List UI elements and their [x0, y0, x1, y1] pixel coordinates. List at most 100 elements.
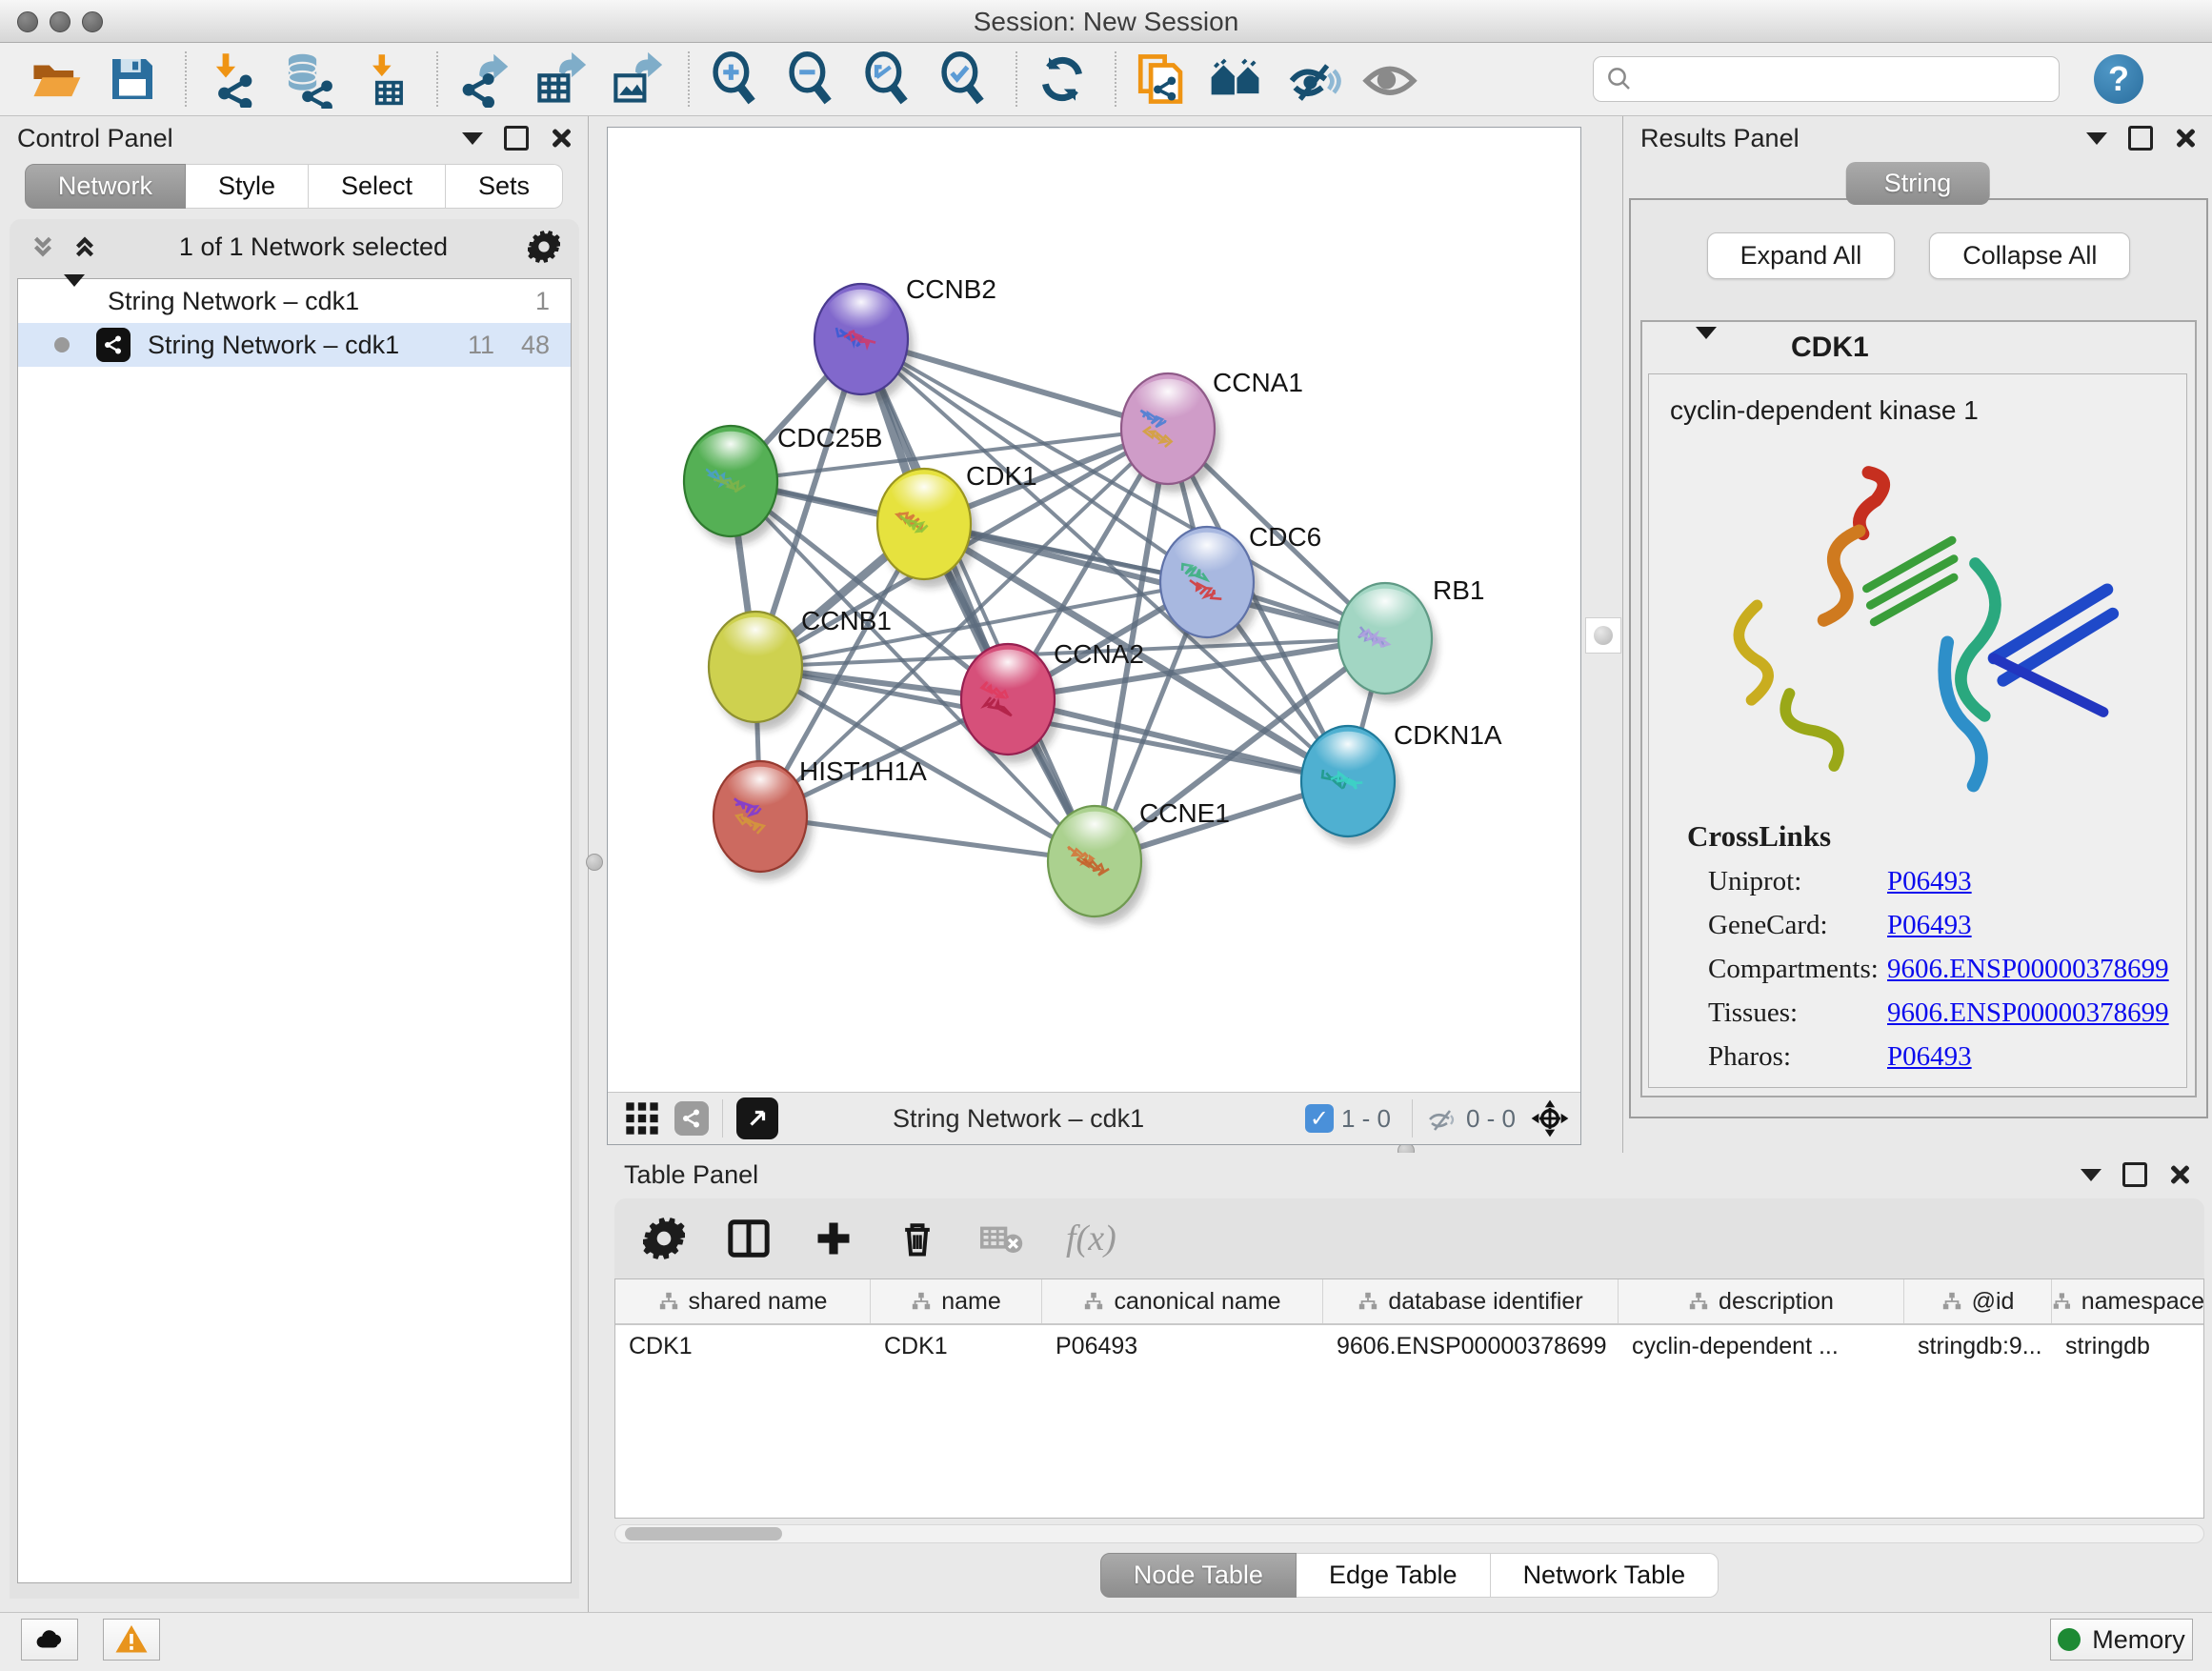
crosslink-value-link[interactable]: P06493 — [1887, 910, 1972, 941]
add-column-icon[interactable] — [813, 1218, 855, 1259]
collapse-all-button[interactable]: Collapse All — [1929, 232, 2130, 279]
export-table-button[interactable] — [530, 50, 589, 109]
float-panel-icon[interactable] — [504, 126, 529, 151]
close-panel-icon[interactable] — [2174, 128, 2195, 149]
export-network-button[interactable] — [453, 50, 513, 109]
gear-icon[interactable] — [528, 231, 560, 263]
warnings-button[interactable] — [103, 1619, 160, 1661]
delete-column-icon[interactable] — [896, 1218, 938, 1259]
table-row[interactable]: CDK1CDK1P064939606.ENSP00000378699cyclin… — [615, 1325, 2203, 1367]
tab-style[interactable]: Style — [186, 164, 309, 209]
application-window: Session: New Session — [0, 0, 2212, 1671]
save-session-button[interactable] — [103, 50, 162, 109]
pan-crosshair-icon[interactable] — [1529, 1097, 1571, 1139]
network-edge-count: 48 — [521, 331, 550, 360]
network-row-selected[interactable]: String Network – cdk1 11 48 — [18, 323, 571, 367]
float-panel-icon[interactable] — [2128, 126, 2153, 151]
tab-node-table[interactable]: Node Table — [1100, 1553, 1297, 1598]
table-cell[interactable]: 9606.ENSP00000378699 — [1323, 1325, 1619, 1367]
zoom-selected-button[interactable] — [934, 50, 993, 109]
tab-network[interactable]: Network — [25, 164, 186, 209]
show-all-button[interactable] — [1360, 50, 1419, 109]
table-cell[interactable]: P06493 — [1042, 1325, 1323, 1367]
panel-menu-icon[interactable] — [2086, 132, 2107, 145]
status-bar: Memory — [0, 1612, 2212, 1671]
birdseye-view-button[interactable] — [736, 1097, 778, 1139]
network-collection-row[interactable]: String Network – cdk1 1 — [18, 279, 571, 323]
network-view-icon[interactable] — [674, 1101, 709, 1136]
network-node-count: 11 — [468, 331, 494, 360]
open-session-button[interactable] — [27, 50, 86, 109]
column-header-description[interactable]: description — [1619, 1279, 1904, 1323]
crosslink-value-link[interactable]: 9606.ENSP00000378699 — [1887, 954, 2169, 985]
column-header-shared-name[interactable]: shared name — [615, 1279, 871, 1323]
table-cell[interactable]: CDK1 — [871, 1325, 1042, 1367]
column-header-database-identifier[interactable]: database identifier — [1323, 1279, 1619, 1323]
close-panel-icon[interactable] — [2168, 1164, 2189, 1185]
zoom-out-button[interactable] — [781, 50, 840, 109]
tab-select[interactable]: Select — [309, 164, 446, 209]
grid-view-icon[interactable] — [623, 1099, 661, 1137]
section-collapse-caret[interactable] — [1696, 339, 1717, 356]
eye-slash-icon — [1285, 50, 1342, 108]
help-button[interactable]: ? — [2094, 54, 2143, 104]
collapse-all-icon[interactable] — [29, 232, 57, 261]
expand-all-button[interactable]: Expand All — [1707, 232, 1896, 279]
import-network-icon — [203, 50, 260, 108]
panel-menu-icon[interactable] — [2081, 1169, 2101, 1181]
first-neighbors-button[interactable] — [1208, 50, 1267, 109]
tab-network-table[interactable]: Network Table — [1491, 1553, 1719, 1598]
crosslink-row: Tissues:9606.ENSP00000378699 — [1649, 991, 2186, 1035]
table-cell[interactable]: stringdb — [2052, 1325, 2204, 1367]
expand-all-icon[interactable] — [70, 232, 99, 261]
crosslink-value-link[interactable]: 9606.ENSP00000378699 — [1887, 997, 2169, 1029]
left-splitter-handle[interactable] — [586, 854, 603, 871]
column-header--id[interactable]: @id — [1904, 1279, 2052, 1323]
panel-menu-icon[interactable] — [462, 132, 483, 145]
table-horizontal-scrollbar[interactable] — [614, 1524, 2204, 1543]
collection-label: String Network – cdk1 — [108, 287, 359, 316]
crosslink-label: GeneCard: — [1708, 910, 1887, 941]
import-table-file-button[interactable] — [354, 50, 413, 109]
zoom-fit-button[interactable] — [857, 50, 916, 109]
memory-button[interactable]: Memory — [2050, 1619, 2193, 1661]
tab-sets[interactable]: Sets — [446, 164, 563, 209]
cloud-status-button[interactable] — [21, 1619, 78, 1661]
open-folder-icon — [29, 51, 84, 107]
table-options-gear-icon[interactable] — [643, 1218, 685, 1259]
network-canvas[interactable]: CCNB2CCNA1CDC25BCDK1CDC6RB1CCNB1CCNA2CDK… — [607, 127, 1581, 1145]
scrollbar-thumb[interactable] — [625, 1527, 782, 1540]
export-network-icon — [454, 50, 512, 108]
tree-expand-caret[interactable] — [64, 287, 85, 316]
selected-checkbox-icon[interactable]: ✓ — [1305, 1104, 1334, 1133]
results-tab-string[interactable]: String — [1846, 162, 1990, 205]
column-header-name[interactable]: name — [871, 1279, 1042, 1323]
search-input[interactable] — [1634, 65, 2038, 94]
crosslink-value-link[interactable]: P06493 — [1887, 1041, 1972, 1073]
export-image-button[interactable] — [606, 50, 665, 109]
table-cell[interactable]: stringdb:9... — [1904, 1325, 2052, 1367]
hide-selected-button[interactable] — [1284, 50, 1343, 109]
show-columns-icon[interactable] — [727, 1217, 771, 1260]
tab-edge-table[interactable]: Edge Table — [1297, 1553, 1491, 1598]
refresh-layout-button[interactable] — [1033, 50, 1092, 109]
zoom-in-button[interactable] — [705, 50, 764, 109]
close-panel-icon[interactable] — [550, 128, 571, 149]
network-graph[interactable]: CCNB2CCNA1CDC25BCDK1CDC6RB1CCNB1CCNA2CDK… — [608, 128, 1580, 1094]
right-splitter-handle[interactable] — [1585, 617, 1621, 654]
import-network-file-button[interactable] — [202, 50, 261, 109]
clone-network-button[interactable] — [1132, 50, 1191, 109]
column-header-namespace[interactable]: namespace — [2052, 1279, 2204, 1323]
memory-label: Memory — [2092, 1625, 2185, 1655]
table-header-row: shared namenamecanonical namedatabase id… — [615, 1279, 2203, 1325]
node-label-ccnb2: CCNB2 — [906, 274, 996, 304]
column-header-canonical-name[interactable]: canonical name — [1042, 1279, 1323, 1323]
table-cell[interactable]: CDK1 — [615, 1325, 871, 1367]
table-cell[interactable]: cyclin-dependent ... — [1619, 1325, 1904, 1367]
node-table[interactable]: shared namenamecanonical namedatabase id… — [614, 1278, 2204, 1519]
float-panel-icon[interactable] — [2122, 1162, 2147, 1187]
import-network-database-button[interactable] — [278, 50, 337, 109]
crosslink-value-link[interactable]: P06493 — [1887, 866, 1972, 897]
collection-count: 1 — [535, 287, 550, 316]
network-view-toolbar: String Network – cdk1 ✓ 1 - 0 0 - 0 — [608, 1092, 1580, 1144]
